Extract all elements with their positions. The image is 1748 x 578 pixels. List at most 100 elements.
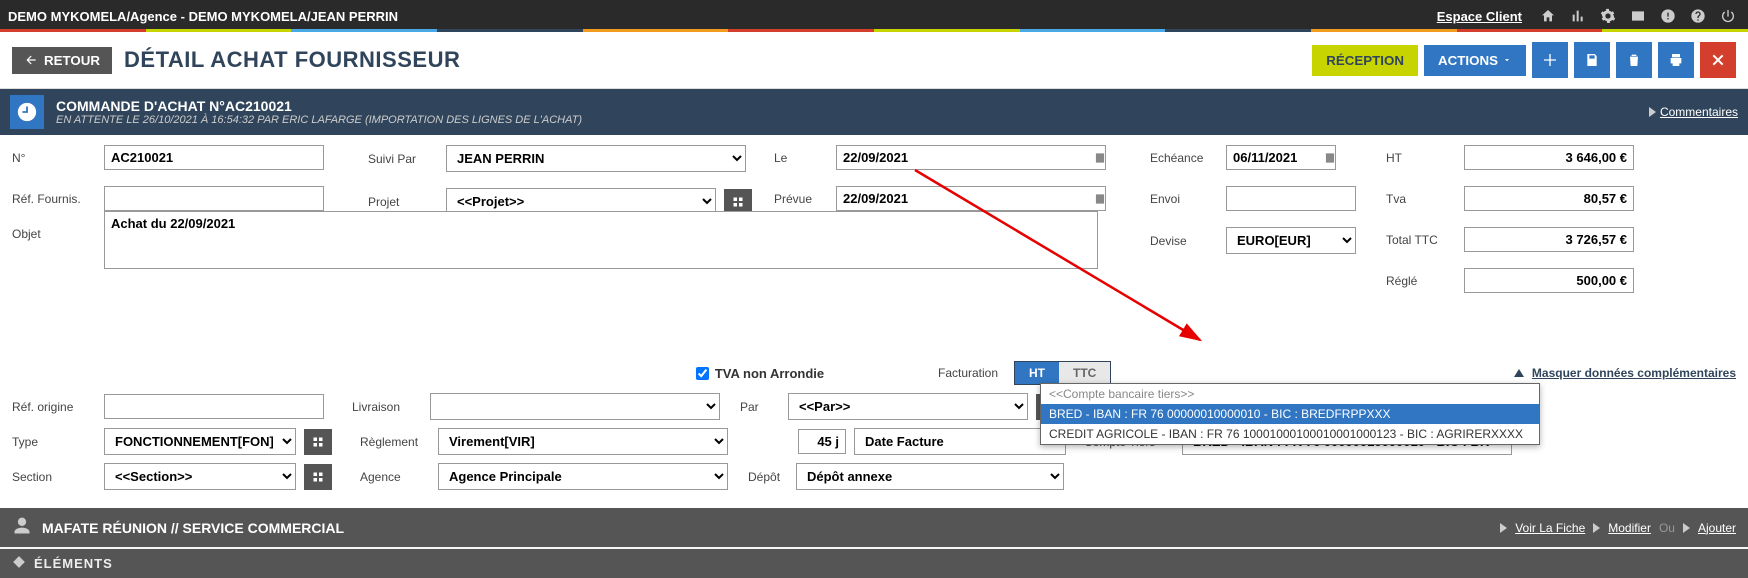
record-title: COMMANDE D'ACHAT N°AC210021 [56, 98, 582, 114]
envoi-input[interactable] [1226, 186, 1356, 211]
label-suivi-par: Suivi Par [368, 152, 438, 166]
tva-value [1464, 186, 1634, 211]
header-row: RETOUR DÉTAIL ACHAT FOURNISSEUR RÉCEPTIO… [0, 32, 1748, 89]
dropdown-option[interactable]: CREDIT AGRICOLE - IBAN : FR 76 100010001… [1041, 424, 1539, 444]
label-le: Le [774, 151, 828, 165]
elements-label: ÉLÉMENTS [34, 556, 113, 571]
suivi-par-select[interactable]: JEAN PERRIN [446, 145, 746, 172]
label-reglement: Règlement [360, 435, 430, 449]
livraison-select[interactable] [430, 393, 720, 420]
compte-tiers-dropdown-list: <<Compte bancaire tiers>> BRED - IBAN : … [1040, 383, 1540, 445]
stats-icon[interactable] [1566, 4, 1590, 28]
print-icon [1668, 52, 1684, 68]
delete-button[interactable] [1616, 42, 1652, 78]
masquer-link[interactable]: Masquer données complémentaires [1514, 366, 1736, 380]
dropdown-option-placeholder[interactable]: <<Compte bancaire tiers>> [1041, 384, 1539, 404]
devise-select[interactable]: EURO[EUR] [1226, 227, 1356, 254]
label-tva-non-arrondie: TVA non Arrondie [715, 366, 824, 381]
page-title: DÉTAIL ACHAT FOURNISSEUR [124, 47, 460, 73]
jours-input[interactable] [798, 429, 846, 454]
label-depot: Dépôt [748, 470, 788, 484]
triangle-right-icon [1683, 523, 1690, 533]
section-select[interactable]: <<Section>> [104, 463, 296, 490]
type-picker-button[interactable] [304, 429, 332, 455]
save-button[interactable] [1574, 42, 1610, 78]
back-button[interactable]: RETOUR [12, 47, 112, 74]
agence-select[interactable]: Agence Principale [438, 463, 728, 490]
comments-link[interactable]: Commentaires [1649, 105, 1738, 119]
power-icon[interactable] [1716, 4, 1740, 28]
section-picker-button[interactable] [304, 464, 332, 490]
close-icon [1710, 52, 1726, 68]
form-area: N° Réf. Fournis. Objet Suivi Par JEAN PE… [0, 135, 1748, 508]
label-projet: Projet [368, 195, 438, 209]
espace-client-link[interactable]: Espace Client [1437, 9, 1522, 24]
toggle-ttc-button[interactable]: TTC [1059, 362, 1110, 384]
depot-select[interactable]: Dépôt annexe [796, 463, 1064, 490]
ref-fournis-input[interactable] [104, 186, 324, 211]
dropdown-option-selected[interactable]: BRED - IBAN : FR 76 00000010000010 - BIC… [1041, 404, 1539, 424]
supplier-band: MAFATE RÉUNION // SERVICE COMMERCIAL Voi… [0, 508, 1748, 547]
picker-icon [312, 436, 324, 448]
arrow-left-icon [24, 53, 38, 67]
record-subtitle: EN ATTENTE LE 26/10/2021 À 16:54:32 PAR … [56, 114, 582, 126]
date-facture-select[interactable]: Date Facture [854, 428, 1066, 455]
calendar-icon[interactable] [1090, 189, 1110, 209]
ht-value [1464, 145, 1634, 170]
print-button[interactable] [1658, 42, 1694, 78]
top-bar: DEMO MYKOMELA/Agence - DEMO MYKOMELA/JEA… [0, 0, 1748, 32]
gear-icon[interactable] [1596, 4, 1620, 28]
ref-origine-input[interactable] [104, 394, 324, 419]
actions-dropdown-button[interactable]: ACTIONS [1424, 45, 1526, 76]
voir-fiche-link[interactable]: Voir La Fiche [1515, 521, 1585, 535]
back-label: RETOUR [44, 53, 100, 68]
prevue-input[interactable] [836, 186, 1106, 211]
elements-band: ÉLÉMENTS [0, 549, 1748, 578]
regle-value [1464, 268, 1634, 293]
reglement-select[interactable]: Virement[VIR] [438, 428, 728, 455]
ajouter-link[interactable]: Ajouter [1698, 521, 1736, 535]
user-icon [12, 516, 32, 539]
no-input [104, 145, 324, 170]
toggle-ht-button[interactable]: HT [1015, 362, 1059, 384]
modifier-link[interactable]: Modifier [1608, 521, 1651, 535]
breadcrumb: DEMO MYKOMELA/Agence - DEMO MYKOMELA/JEA… [8, 9, 398, 24]
picker-icon [312, 471, 324, 483]
picker-icon [732, 196, 744, 208]
alert-icon[interactable] [1656, 4, 1680, 28]
type-select[interactable]: FONCTIONNEMENT[FON] [104, 428, 296, 455]
label-echeance: Echéance [1150, 151, 1218, 165]
tva-non-arrondie-checkbox[interactable] [696, 367, 709, 380]
objet-textarea[interactable]: Achat du 22/09/2021 [104, 211, 1098, 269]
home-icon[interactable] [1536, 4, 1560, 28]
label-objet: Objet [12, 227, 96, 241]
triangle-up-icon [1514, 369, 1524, 377]
label-par: Par [740, 400, 780, 414]
label-prevue: Prévue [774, 192, 828, 206]
diamond-icon [12, 555, 26, 572]
clock-icon [10, 95, 44, 129]
label-devise: Devise [1150, 234, 1218, 248]
help-icon[interactable] [1686, 4, 1710, 28]
facturation-toggle: HT TTC [1014, 361, 1111, 385]
plus-icon [1542, 52, 1558, 68]
label-type: Type [12, 435, 96, 449]
label-no: N° [12, 151, 96, 165]
calendar-icon[interactable] [1090, 148, 1110, 168]
add-button[interactable] [1532, 42, 1568, 78]
label-agence: Agence [360, 470, 430, 484]
topbar-actions: Espace Client [1437, 4, 1740, 28]
separator: Ou [1659, 521, 1675, 535]
label-tva: Tva [1386, 192, 1456, 206]
calendar-icon[interactable] [1320, 148, 1340, 168]
close-button[interactable] [1700, 42, 1736, 78]
reception-button[interactable]: RÉCEPTION [1312, 45, 1418, 76]
par-select[interactable]: <<Par>> [788, 393, 1028, 420]
card-icon[interactable] [1626, 4, 1650, 28]
label-ref-origine: Réf. origine [12, 400, 96, 414]
chevron-down-icon [1502, 55, 1512, 65]
le-input[interactable] [836, 145, 1106, 170]
triangle-right-icon [1649, 107, 1656, 117]
label-total-ttc: Total TTC [1386, 233, 1456, 247]
label-ht: HT [1386, 151, 1456, 165]
